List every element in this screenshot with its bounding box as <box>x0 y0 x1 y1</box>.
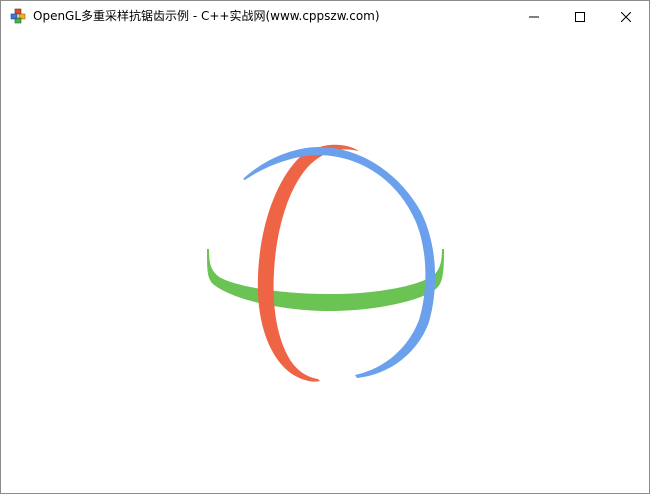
minimize-icon <box>529 16 539 17</box>
title-bar[interactable]: OpenGL多重采样抗锯齿示例 - C++实战网(www.cppszw.com) <box>1 1 649 32</box>
torus-ring-green <box>207 249 444 311</box>
torus-ring-red <box>257 144 359 382</box>
close-icon <box>621 11 631 22</box>
opengl-viewport[interactable] <box>1 32 649 493</box>
app-icon <box>10 8 26 24</box>
close-button[interactable] <box>603 1 649 32</box>
minimize-button[interactable] <box>511 1 557 32</box>
maximize-icon <box>575 11 585 22</box>
window-title: OpenGL多重采样抗锯齿示例 - C++实战网(www.cppszw.com) <box>33 9 380 23</box>
torus-scene <box>207 144 444 382</box>
app-window: OpenGL多重采样抗锯齿示例 - C++实战网(www.cppszw.com) <box>0 0 650 494</box>
maximize-button[interactable] <box>557 1 603 32</box>
